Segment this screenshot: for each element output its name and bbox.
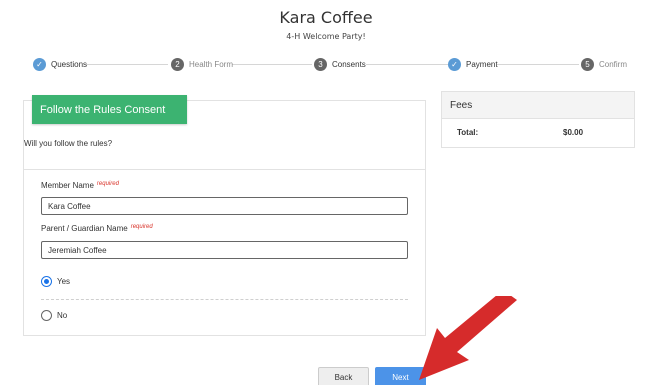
- step-connector: [497, 64, 579, 65]
- step-number-badge: 3: [314, 57, 327, 71]
- step-label: Consents: [332, 59, 366, 69]
- step-number-badge: 5: [581, 57, 594, 71]
- step-number-badge: 2: [171, 57, 184, 71]
- step-connector: [232, 64, 312, 65]
- radio-label: No: [57, 311, 68, 320]
- page-header: Kara Coffee 4-H Welcome Party!: [0, 8, 652, 41]
- required-tag: required: [96, 181, 119, 187]
- step-connector: [366, 64, 448, 65]
- step-consents[interactable]: 3 Consents: [314, 57, 366, 71]
- fees-title: Fees: [442, 92, 634, 119]
- step-label: Questions: [51, 59, 88, 69]
- field-label-text: Parent / Guardian Name: [41, 224, 128, 233]
- step-questions[interactable]: ✓ Questions: [33, 57, 87, 71]
- field-label-text: Member Name: [41, 181, 94, 190]
- step-label: Health Form: [189, 59, 234, 69]
- red-arrow-annotation: [419, 296, 517, 380]
- consent-title-banner: Follow the Rules Consent: [32, 95, 187, 124]
- event-subtitle: 4-H Welcome Party!: [286, 32, 366, 41]
- step-health-form[interactable]: 2 Health Form: [171, 57, 233, 71]
- step-label: Confirm: [599, 59, 628, 69]
- step-confirm[interactable]: 5 Confirm: [581, 57, 627, 71]
- fees-total-row: Total: $0.00: [442, 119, 634, 147]
- consent-card: Follow the Rules Consent Will you follow…: [23, 95, 426, 336]
- total-label: Total:: [457, 128, 479, 137]
- arrow-shape: [419, 296, 517, 380]
- radio-button[interactable]: [41, 276, 52, 287]
- step-connector: [86, 64, 168, 65]
- check-icon: ✓: [448, 57, 461, 71]
- total-value: $0.00: [563, 128, 584, 137]
- guardian-name-field[interactable]: Jeremiah Coffee: [41, 241, 408, 259]
- progress-stepper: ✓ Questions 2 Health Form 3 Consents ✓ P…: [0, 57, 652, 71]
- consent-question: Will you follow the rules?: [24, 139, 113, 148]
- step-payment[interactable]: ✓ Payment: [448, 57, 498, 71]
- required-tag: required: [130, 224, 153, 230]
- option-divider: [41, 299, 408, 300]
- member-name-label: Member Name required: [41, 181, 119, 190]
- check-icon: ✓: [33, 57, 46, 71]
- page-title: Kara Coffee: [279, 8, 373, 27]
- consent-card-header: Follow the Rules Consent Will you follow…: [24, 95, 425, 170]
- member-name-field[interactable]: Kara Coffee: [41, 197, 408, 215]
- radio-option-no[interactable]: No: [41, 310, 67, 321]
- fees-panel: Fees Total: $0.00: [441, 91, 635, 148]
- radio-label: Yes: [57, 277, 71, 286]
- step-label: Payment: [466, 59, 498, 69]
- guardian-name-label: Parent / Guardian Name required: [41, 224, 153, 233]
- radio-button[interactable]: [41, 310, 52, 321]
- radio-option-yes[interactable]: Yes: [41, 276, 70, 287]
- back-button[interactable]: Back: [318, 367, 369, 385]
